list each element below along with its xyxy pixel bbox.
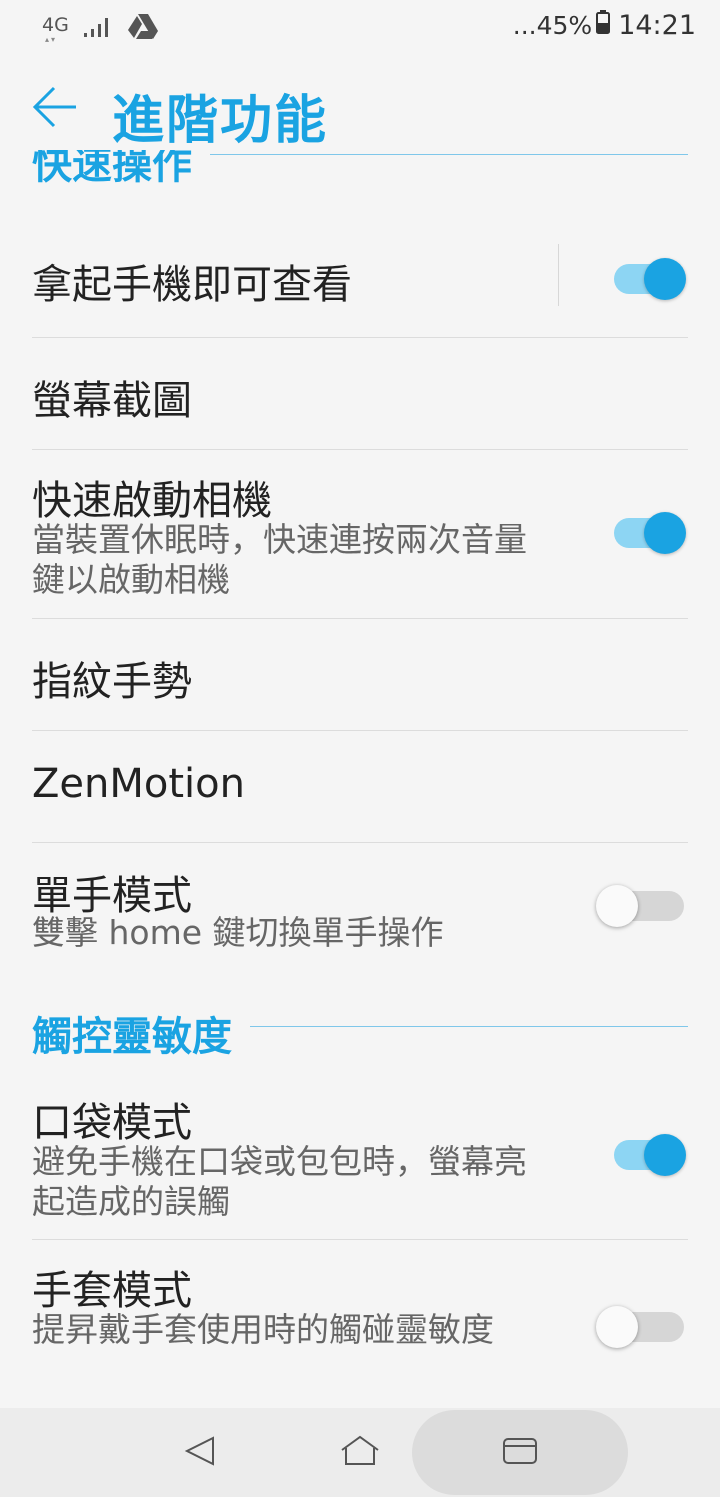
triangle-back-icon xyxy=(183,1434,217,1472)
setting-one-hand-mode[interactable]: 單手模式 雙擊 home 鍵切換單手操作 xyxy=(32,843,688,968)
setting-title: 螢幕截圖 xyxy=(32,378,192,424)
google-drive-icon xyxy=(127,12,159,44)
setting-quick-camera[interactable]: 快速啟動相機 當裝置休眠時，快速連按兩次音量鍵以啟動相機 xyxy=(32,450,688,619)
nav-home-button[interactable] xyxy=(320,1408,400,1497)
status-left: 4G xyxy=(42,12,159,44)
status-right: ...45% 14:21 xyxy=(513,10,696,41)
setting-pocket-mode[interactable]: 口袋模式 避免手機在口袋或包包時，螢幕亮起造成的誤觸 xyxy=(32,1072,688,1240)
toggle-thumb xyxy=(596,885,638,927)
arrow-left-icon xyxy=(32,86,78,134)
home-icon xyxy=(340,1434,380,1472)
recent-apps-icon xyxy=(502,1436,538,1470)
page-title: 進階功能 xyxy=(112,91,329,151)
section-header-touch: 觸控靈敏度 xyxy=(32,1004,688,1074)
setting-glove-mode[interactable]: 手套模式 提昇戴手套使用時的觸碰靈敏度 xyxy=(32,1240,688,1410)
setting-subtitle: 提昇戴手套使用時的觸碰靈敏度 xyxy=(32,1310,494,1349)
section-label: 快速操作 xyxy=(32,150,210,190)
toggle-thumb xyxy=(644,512,686,554)
nav-back-button[interactable] xyxy=(160,1408,240,1497)
setting-zenmotion[interactable]: ZenMotion xyxy=(32,731,688,843)
setting-subtitle: 當裝置休眠時，快速連按兩次音量鍵以啟動相機 xyxy=(32,520,527,599)
setting-title: ZenMotion xyxy=(32,761,245,807)
setting-title: 快速啟動相機 xyxy=(32,478,272,524)
settings-list[interactable]: 快速操作 拿起手機即可查看 螢幕截圖 快速啟動相機 當裝置休眠時，快速連按兩次音… xyxy=(0,150,720,1410)
setting-raise-to-wake[interactable]: 拿起手機即可查看 xyxy=(32,228,688,338)
section-header-quick-ops: 快速操作 xyxy=(32,150,688,202)
network-type: 4G xyxy=(42,15,69,44)
toggle-glove-mode[interactable] xyxy=(596,1306,684,1348)
toggle-thumb xyxy=(644,1134,686,1176)
setting-title: 手套模式 xyxy=(32,1268,192,1314)
row-vertical-separator xyxy=(558,244,559,306)
section-label: 觸控靈敏度 xyxy=(32,1004,250,1062)
status-time: 14:21 xyxy=(618,10,696,41)
setting-title: 口袋模式 xyxy=(32,1100,192,1146)
battery-percent: ...45% xyxy=(512,11,593,40)
toggle-thumb xyxy=(644,258,686,300)
navigation-bar xyxy=(0,1408,720,1497)
setting-fingerprint-gesture[interactable]: 指紋手勢 xyxy=(32,619,688,731)
toggle-raise-to-wake[interactable] xyxy=(614,258,686,300)
setting-subtitle: 雙擊 home 鍵切換單手操作 xyxy=(32,913,444,952)
signal-bars-icon xyxy=(83,14,113,42)
toggle-quick-camera[interactable] xyxy=(614,512,686,554)
setting-screenshot[interactable]: 螢幕截圖 xyxy=(32,338,688,450)
status-bar: 4G ...45% 14:21 xyxy=(0,0,720,56)
toggle-one-hand-mode[interactable] xyxy=(596,885,684,927)
nav-recent-button[interactable] xyxy=(480,1408,560,1497)
toggle-thumb xyxy=(596,1306,638,1348)
battery-icon xyxy=(596,10,611,41)
setting-title: 指紋手勢 xyxy=(32,659,192,705)
setting-subtitle: 避免手機在口袋或包包時，螢幕亮起造成的誤觸 xyxy=(32,1142,527,1221)
back-button[interactable] xyxy=(32,84,82,134)
toggle-pocket-mode[interactable] xyxy=(614,1134,686,1176)
setting-title: 拿起手機即可查看 xyxy=(32,262,352,308)
